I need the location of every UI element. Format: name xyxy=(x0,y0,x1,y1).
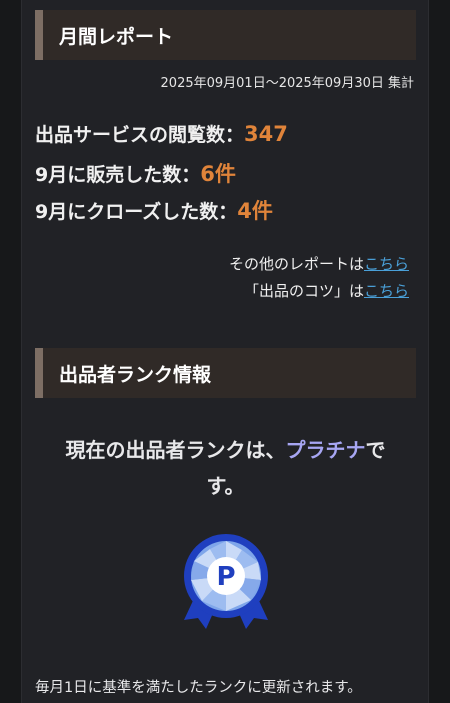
badge-letter: P xyxy=(216,562,235,592)
stat-closed-label: 9月にクローズした数： xyxy=(35,201,238,223)
seller-rank-header: 出品者ランク情報 xyxy=(35,348,416,398)
seller-rank-title: 出品者ランク情報 xyxy=(59,363,212,386)
other-reports-text: その他のレポートは xyxy=(228,255,364,273)
stat-views-value: 347 xyxy=(244,122,288,146)
stat-sold-value: 6件 xyxy=(200,162,236,186)
current-rank-text: 現在の出品者ランクは、プラチナです。 xyxy=(35,432,416,504)
other-reports-line: その他のレポートはこちら xyxy=(229,253,409,274)
tips-line: 「出品のコツ」はこちら xyxy=(244,280,409,301)
stat-closed-value: 4件 xyxy=(237,199,273,223)
stat-sold-label: 9月に販売した数： xyxy=(35,164,201,186)
rank-text-after-2: す。 xyxy=(206,474,245,498)
rank-text-before: 現在の出品者ランクは、 xyxy=(65,438,286,462)
stat-sold: 9月に販売した数：6件 xyxy=(35,158,236,188)
rank-update-note: 毎月1日に基準を満たしたランクに更新されます。 xyxy=(35,680,362,696)
tips-text: 「出品のコツ」は xyxy=(243,282,364,300)
content-panel: 月間レポート 2025年09月01日〜2025年09月30日 集計 出品サービス… xyxy=(21,0,429,703)
platinum-rank-medal-icon: P xyxy=(176,532,276,632)
monthly-report-title: 月間レポート xyxy=(59,25,174,48)
tips-link[interactable]: こちら xyxy=(364,282,409,300)
other-reports-link[interactable]: こちら xyxy=(364,255,409,273)
report-period: 2025年09月01日〜2025年09月30日 集計 xyxy=(160,76,414,91)
rank-text-after-1: で xyxy=(365,438,386,462)
monthly-report-header: 月間レポート xyxy=(35,10,416,60)
stat-closed: 9月にクローズした数：4件 xyxy=(35,195,273,225)
rank-name: プラチナ xyxy=(285,438,366,462)
stat-views: 出品サービスの閲覧数：347 xyxy=(35,120,288,147)
stat-views-label: 出品サービスの閲覧数： xyxy=(35,124,245,146)
